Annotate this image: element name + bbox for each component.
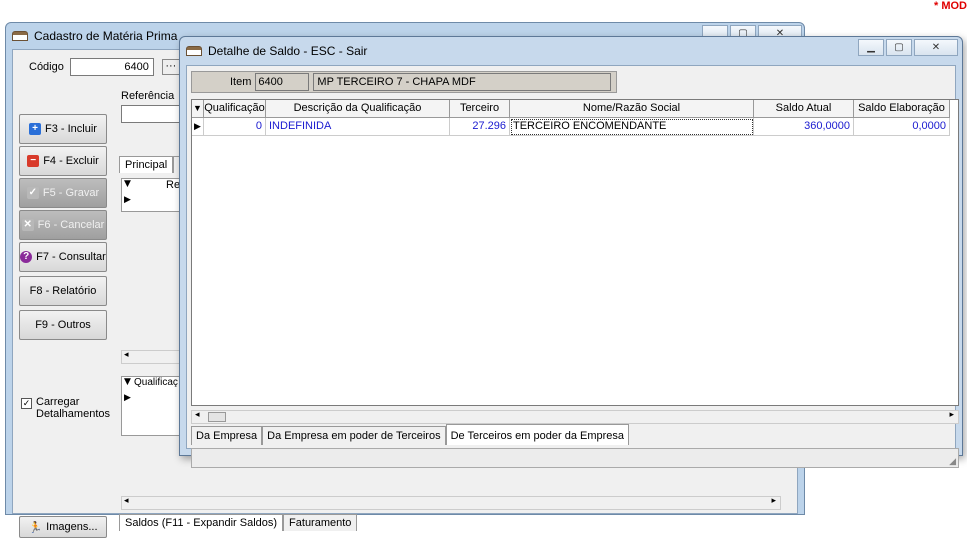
- incluir-button[interactable]: + F3 - Incluir: [19, 114, 107, 144]
- row-pointer-icon-2: ▶: [124, 393, 131, 403]
- grid-menu-icon[interactable]: ▼: [124, 179, 131, 189]
- check-icon: ✓: [26, 187, 39, 199]
- detalhe-window-controls: ▁ ▢ ✕: [858, 39, 958, 56]
- consultar-button[interactable]: ? F7 - Consultar: [19, 242, 107, 272]
- saldo-tabs: Da Empresa Da Empresa em poder de Tercei…: [191, 424, 630, 445]
- item-row: Item 6400 MP TERCEIRO 7 - CHAPA MDF: [191, 71, 617, 93]
- grid-menu-icon-2[interactable]: ▼: [124, 377, 131, 387]
- excluir-button[interactable]: − F4 - Excluir: [19, 146, 107, 176]
- col-qualificacao[interactable]: Qualificação: [204, 100, 266, 118]
- cancelar-button[interactable]: ✕ F6 - Cancelar: [19, 210, 107, 240]
- col-nome[interactable]: Nome/Razão Social: [510, 100, 754, 118]
- item-description-field: MP TERCEIRO 7 - CHAPA MDF: [313, 73, 612, 91]
- scroll-left-icon-2[interactable]: ◂: [124, 496, 129, 506]
- principal-hscroll[interactable]: ◂: [121, 350, 181, 364]
- item-code-field: 6400: [255, 73, 310, 91]
- qualificacao-header: Qualificaç: [134, 377, 178, 388]
- col-saldo-atual[interactable]: Saldo Atual: [754, 100, 854, 118]
- cell-qualificacao[interactable]: 0: [204, 118, 266, 136]
- gravar-label: F5 - Gravar: [42, 187, 100, 199]
- scroll-right-icon-2[interactable]: ▸: [771, 496, 776, 506]
- carregar-detalhamentos-checkbox[interactable]: ✓: [21, 398, 32, 409]
- modified-indicator: * MOD: [934, 0, 967, 12]
- minimize-button-2[interactable]: ▁: [858, 39, 884, 56]
- carregar-detalhamentos-row[interactable]: ✓ Carregar Detalhamentos: [21, 396, 116, 420]
- saldo-hscroll[interactable]: ◂ ▸: [191, 410, 959, 424]
- consultar-label: F7 - Consultar: [36, 251, 106, 263]
- tab-empresa-poder-terceiros[interactable]: Da Empresa em poder de Terceiros: [262, 426, 446, 445]
- scroll-left-icon-3[interactable]: ◂: [195, 410, 200, 420]
- detalhe-body: Item 6400 MP TERCEIRO 7 - CHAPA MDF ▼ Qu…: [186, 65, 959, 468]
- relatorio-button[interactable]: F8 - Relatório: [19, 276, 107, 306]
- imagens-label: Imagens...: [46, 521, 98, 533]
- maximize-button-2[interactable]: ▢: [886, 39, 912, 56]
- tab-saldos[interactable]: Saldos (F11 - Expandir Saldos): [119, 514, 284, 531]
- tab-faturamento[interactable]: Faturamento: [283, 514, 358, 531]
- incluir-label: F3 - Incluir: [45, 123, 97, 135]
- grid-menu-icon-3[interactable]: ▼: [192, 100, 204, 118]
- cell-terceiro[interactable]: 27.296: [450, 118, 510, 136]
- detalhe-title: Detalhe de Saldo - ESC - Sair: [208, 44, 368, 58]
- cell-saldo-elaboracao[interactable]: 0,0000: [854, 118, 950, 136]
- cell-descricao[interactable]: INDEFINIDA: [266, 118, 450, 136]
- status-bar: ◢: [191, 448, 959, 468]
- scroll-right-icon-3[interactable]: ▸: [949, 410, 954, 420]
- tab-da-empresa[interactable]: Da Empresa: [191, 426, 263, 445]
- resize-grip-icon[interactable]: ◢: [949, 457, 956, 467]
- excluir-label: F4 - Excluir: [43, 155, 99, 167]
- detalhe-title-bar: Detalhe de Saldo - ESC - Sair: [180, 37, 962, 65]
- codigo-label: Código: [29, 61, 64, 73]
- cell-saldo-atual[interactable]: 360,0000: [754, 118, 854, 136]
- referencia-label: Referência: [121, 90, 175, 102]
- cancelar-label: F6 - Cancelar: [37, 219, 105, 231]
- detalhe-saldo-window: Detalhe de Saldo - ESC - Sair ▁ ▢ ✕ Item…: [179, 36, 963, 468]
- row-pointer-icon: ▶: [124, 195, 131, 205]
- col-saldo-elaboracao[interactable]: Saldo Elaboração: [854, 100, 950, 118]
- gravar-button[interactable]: ✓ F5 - Gravar: [19, 178, 107, 208]
- table-row[interactable]: ▶ 0 INDEFINIDA 27.296 TERCEIRO ENCOMENDA…: [192, 118, 958, 136]
- cadastro-title: Cadastro de Matéria Prima: [34, 29, 178, 43]
- item-label: Item: [230, 76, 252, 88]
- plus-icon: +: [29, 123, 42, 135]
- col-terceiro[interactable]: Terceiro: [450, 100, 510, 118]
- outros-button[interactable]: F9 - Outros: [19, 310, 107, 340]
- cell-nome[interactable]: TERCEIRO ENCOMENDANTE: [510, 118, 754, 136]
- bottom-tabs: Saldos (F11 - Expandir Saldos) Faturamen…: [119, 514, 358, 531]
- scroll-left-icon[interactable]: ◂: [124, 350, 129, 360]
- principal-grid: ▼ Re ▶: [121, 178, 181, 212]
- question-icon: ?: [20, 251, 33, 263]
- qualificacao-grid: ▼ Qualificaç ▶: [121, 376, 181, 436]
- carregar-detalhamentos-label: Carregar Detalhamentos: [36, 396, 110, 420]
- minus-icon: −: [27, 155, 40, 167]
- saldo-grid: ▼ Qualificação Descrição da Qualificação…: [191, 99, 959, 406]
- app-icon: [12, 31, 28, 41]
- col-descricao[interactable]: Descrição da Qualificação: [266, 100, 450, 118]
- close-button-2[interactable]: ✕: [914, 39, 958, 56]
- grid-header-hint: Re: [166, 179, 181, 191]
- tab-terceiros-poder-empresa[interactable]: De Terceiros em poder da Empresa: [445, 424, 630, 445]
- lower-hscroll[interactable]: ◂ ▸: [121, 496, 781, 510]
- scroll-thumb[interactable]: [208, 412, 226, 422]
- referencia-input[interactable]: [121, 105, 181, 123]
- row-pointer-icon-3: ▶: [192, 118, 204, 136]
- tab-principal[interactable]: Principal: [119, 156, 174, 173]
- grid-header: ▼ Qualificação Descrição da Qualificação…: [192, 100, 958, 118]
- outros-label: F9 - Outros: [35, 319, 91, 331]
- x-icon: ✕: [21, 219, 34, 231]
- imagens-button[interactable]: 🏃 Imagens...: [19, 516, 107, 538]
- relatorio-label: F8 - Relatório: [29, 285, 97, 297]
- person-icon: 🏃: [28, 521, 43, 534]
- app-icon-2: [186, 46, 202, 56]
